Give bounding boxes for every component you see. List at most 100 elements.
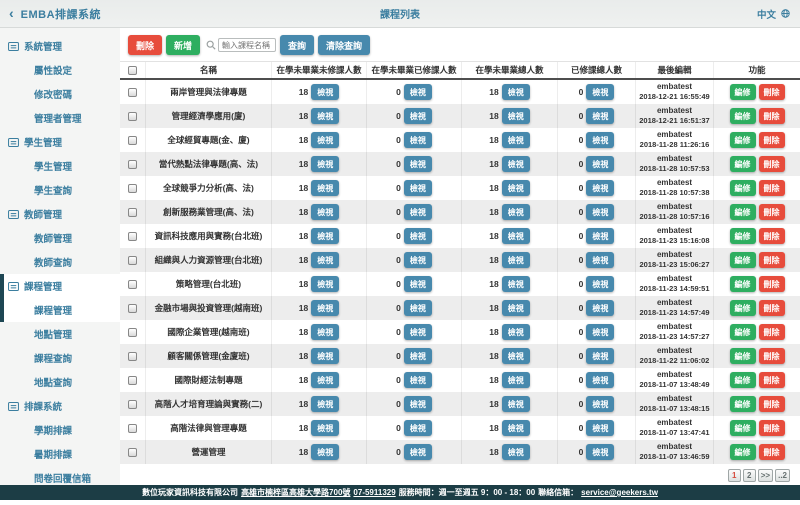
view-button[interactable]: 檢視 (311, 420, 340, 436)
clear-search-button[interactable]: 清除查詢 (318, 35, 371, 55)
row-checkbox[interactable] (128, 111, 137, 121)
sidebar-item-教師查詢[interactable]: 教師查詢 (0, 250, 120, 274)
row-checkbox[interactable] (128, 135, 137, 145)
view-button[interactable]: 檢視 (403, 156, 432, 172)
globe-icon[interactable] (781, 9, 790, 18)
page-button->>[interactable]: >> (757, 469, 774, 482)
view-button[interactable]: 檢視 (586, 156, 615, 172)
view-button[interactable]: 檢視 (501, 276, 530, 292)
row-checkbox[interactable] (128, 375, 137, 385)
view-button[interactable]: 檢視 (501, 132, 530, 148)
edit-button[interactable]: 編修 (729, 396, 756, 412)
view-button[interactable]: 檢視 (586, 324, 615, 340)
delete-button[interactable]: 刪除 (758, 324, 785, 340)
delete-button[interactable]: 刪除 (758, 108, 785, 124)
view-button[interactable]: 檢視 (311, 204, 340, 220)
view-button[interactable]: 檢視 (586, 420, 615, 436)
delete-button[interactable]: 刪除 (758, 396, 785, 412)
view-button[interactable]: 檢視 (311, 372, 340, 388)
delete-button[interactable]: 刪除 (758, 444, 785, 460)
view-button[interactable]: 檢視 (501, 348, 530, 364)
view-button[interactable]: 檢視 (501, 204, 530, 220)
sidebar-item-修改密碼[interactable]: 修改密碼 (0, 82, 120, 106)
sidebar-item-教師管理[interactable]: 教師管理 (0, 226, 120, 250)
view-button[interactable]: 檢視 (311, 444, 340, 460)
view-button[interactable]: 檢視 (501, 444, 530, 460)
view-button[interactable]: 檢視 (403, 444, 432, 460)
view-button[interactable]: 檢視 (501, 156, 530, 172)
view-button[interactable]: 檢視 (403, 180, 432, 196)
edit-button[interactable]: 編修 (729, 300, 756, 316)
edit-button[interactable]: 編修 (729, 204, 756, 220)
view-button[interactable]: 檢視 (501, 108, 530, 124)
view-button[interactable]: 檢視 (501, 84, 530, 100)
sidebar-item-管理者管理[interactable]: 管理者管理 (0, 106, 120, 130)
view-button[interactable]: 檢視 (403, 348, 432, 364)
edit-button[interactable]: 編修 (729, 228, 756, 244)
delete-button[interactable]: 刪除 (758, 276, 785, 292)
delete-button[interactable]: 刪除 (758, 300, 785, 316)
row-checkbox[interactable] (128, 231, 137, 241)
view-button[interactable]: 檢視 (311, 180, 340, 196)
row-checkbox[interactable] (128, 207, 137, 217)
view-button[interactable]: 檢視 (311, 132, 340, 148)
sidebar-item-學生查詢[interactable]: 學生查詢 (0, 178, 120, 202)
sidebar-section-排課系統[interactable]: 排課系統 (0, 394, 120, 418)
view-button[interactable]: 檢視 (586, 84, 615, 100)
view-button[interactable]: 檢視 (403, 228, 432, 244)
view-button[interactable]: 檢視 (501, 180, 530, 196)
view-button[interactable]: 檢視 (586, 372, 615, 388)
view-button[interactable]: 檢視 (311, 156, 340, 172)
row-checkbox[interactable] (128, 159, 137, 169)
row-checkbox[interactable] (128, 183, 137, 193)
delete-button[interactable]: 刪除 (758, 372, 785, 388)
delete-button[interactable]: 刪除 (758, 180, 785, 196)
view-button[interactable]: 檢視 (586, 276, 615, 292)
row-checkbox[interactable] (128, 279, 137, 289)
edit-button[interactable]: 編修 (729, 84, 756, 100)
view-button[interactable]: 檢視 (311, 324, 340, 340)
row-checkbox[interactable] (128, 255, 137, 265)
view-button[interactable]: 檢視 (586, 444, 615, 460)
delete-button[interactable]: 刪除 (758, 84, 785, 100)
sidebar-item-屬性設定[interactable]: 屬性設定 (0, 58, 120, 82)
footer-email-link[interactable]: service@geekers.tw (581, 488, 658, 497)
view-button[interactable]: 檢視 (501, 252, 530, 268)
view-button[interactable]: 檢視 (403, 324, 432, 340)
row-checkbox[interactable] (128, 399, 137, 409)
back-icon[interactable]: ‹ (9, 5, 14, 21)
sidebar-item-學期排課[interactable]: 學期排課 (0, 418, 120, 442)
page-button-2[interactable]: 2 (742, 469, 756, 482)
edit-button[interactable]: 編修 (729, 444, 756, 460)
row-checkbox[interactable] (128, 303, 137, 313)
row-checkbox[interactable] (128, 87, 137, 97)
sidebar-item-課程查詢[interactable]: 課程查詢 (0, 346, 120, 370)
view-button[interactable]: 檢視 (586, 180, 615, 196)
view-button[interactable]: 檢視 (586, 228, 615, 244)
edit-button[interactable]: 編修 (729, 132, 756, 148)
view-button[interactable]: 檢視 (311, 228, 340, 244)
view-button[interactable]: 檢視 (311, 300, 340, 316)
delete-button[interactable]: 刪除 (758, 348, 785, 364)
sidebar-item-地點管理[interactable]: 地點管理 (0, 322, 120, 346)
view-button[interactable]: 檢視 (586, 300, 615, 316)
footer-phone-link[interactable]: 07-5911329 (353, 488, 395, 497)
view-button[interactable]: 檢視 (586, 252, 615, 268)
view-button[interactable]: 檢視 (403, 276, 432, 292)
view-button[interactable]: 檢視 (501, 372, 530, 388)
delete-button[interactable]: 刪除 (758, 420, 785, 436)
view-button[interactable]: 檢視 (403, 108, 432, 124)
view-button[interactable]: 檢視 (403, 84, 432, 100)
edit-button[interactable]: 編修 (729, 324, 756, 340)
sidebar-item-課程管理[interactable]: 課程管理 (0, 298, 120, 322)
course-search-input[interactable] (218, 38, 277, 52)
sidebar-section-教師管理[interactable]: 教師管理 (0, 202, 120, 226)
view-button[interactable]: 檢視 (586, 204, 615, 220)
footer-address-link[interactable]: 高雄市楠梓區高雄大學路700號 (241, 487, 350, 498)
search-button[interactable]: 查詢 (280, 35, 315, 55)
view-button[interactable]: 檢視 (403, 132, 432, 148)
edit-button[interactable]: 編修 (729, 276, 756, 292)
delete-button[interactable]: 刪除 (758, 204, 785, 220)
view-button[interactable]: 檢視 (403, 420, 432, 436)
view-button[interactable]: 檢視 (403, 372, 432, 388)
